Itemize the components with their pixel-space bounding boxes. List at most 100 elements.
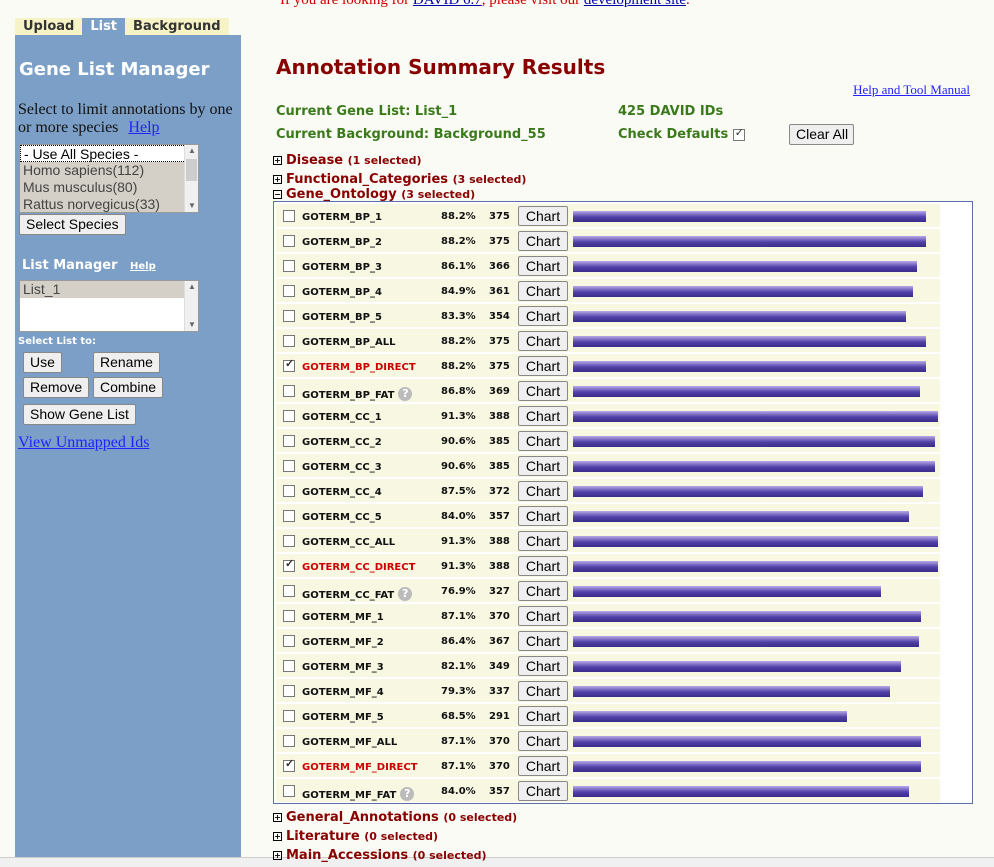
expand-icon[interactable]: + — [273, 813, 282, 822]
species-listbox[interactable]: - Use All Species - Homo sapiens(112) Mu… — [19, 144, 199, 213]
category-main-accessions[interactable]: + Main_Accessions (0 selected) — [273, 848, 486, 863]
scroll-down-icon[interactable]: ▼ — [185, 200, 198, 212]
chart-button[interactable]: Chart — [518, 406, 568, 426]
show-gene-list-button[interactable]: Show Gene List — [23, 404, 136, 425]
scroll-up-icon[interactable]: ▲ — [185, 145, 198, 157]
species-scrollbar[interactable]: ▲ ▼ — [184, 145, 198, 212]
help-icon[interactable]: ? — [398, 587, 413, 601]
gene-list-listbox[interactable]: List_1 ▲ ▼ — [19, 280, 199, 332]
list-scrollbar[interactable]: ▲ ▼ — [184, 281, 198, 331]
go-term-checkbox[interactable] — [283, 310, 295, 322]
species-help-link[interactable]: Help — [128, 119, 159, 136]
chart-button[interactable]: Chart — [518, 481, 568, 501]
go-term-checkbox[interactable] — [283, 660, 295, 672]
chart-button[interactable]: Chart — [518, 281, 568, 301]
category-disease[interactable]: + Disease (1 selected) — [273, 153, 422, 168]
clear-all-button[interactable]: Clear All — [789, 124, 854, 145]
category-name[interactable]: General_Annotations — [286, 810, 443, 825]
go-term-checkbox[interactable] — [283, 635, 295, 647]
category-functional-categories[interactable]: + Functional_Categories (3 selected) — [273, 172, 526, 187]
chart-button[interactable]: Chart — [518, 206, 568, 226]
expand-icon[interactable]: + — [273, 156, 282, 165]
chart-button[interactable]: Chart — [518, 306, 568, 326]
chart-button[interactable]: Chart — [518, 756, 568, 776]
rename-button[interactable]: Rename — [93, 352, 160, 373]
category-general-annotations[interactable]: + General_Annotations (0 selected) — [273, 810, 517, 825]
tab-upload[interactable]: Upload — [15, 18, 83, 35]
tab-list[interactable]: List — [82, 18, 126, 35]
scroll-down-icon[interactable]: ▼ — [185, 319, 198, 331]
go-term-checkbox[interactable] — [283, 435, 295, 447]
go-term-checkbox[interactable] — [283, 235, 295, 247]
david-67-link[interactable]: DAVID 6.7 — [413, 0, 482, 8]
remove-button[interactable]: Remove — [23, 377, 90, 398]
chart-button[interactable]: Chart — [518, 631, 568, 651]
expand-icon[interactable]: + — [273, 851, 282, 860]
go-term-checkbox[interactable] — [283, 357, 295, 372]
help-icon[interactable]: ? — [398, 387, 413, 401]
use-button[interactable]: Use — [23, 352, 62, 373]
chart-button[interactable]: Chart — [518, 706, 568, 726]
category-name[interactable]: Gene_Ontology — [286, 187, 401, 202]
go-term-checkbox[interactable] — [283, 210, 295, 222]
tab-background[interactable]: Background — [125, 18, 229, 35]
category-name[interactable]: Functional_Categories — [286, 172, 453, 187]
select-species-button[interactable]: Select Species — [19, 214, 126, 235]
species-option[interactable]: - Use All Species - — [20, 145, 198, 162]
go-term-checkbox[interactable] — [283, 535, 295, 547]
scroll-thumb[interactable] — [186, 159, 197, 181]
species-option[interactable]: Homo sapiens(112) — [20, 162, 198, 179]
chart-button[interactable]: Chart — [518, 606, 568, 626]
expand-icon[interactable]: + — [273, 175, 282, 184]
chart-button[interactable]: Chart — [518, 556, 568, 576]
go-term-checkbox[interactable] — [283, 785, 295, 797]
go-term-checkbox[interactable] — [283, 510, 295, 522]
chart-button[interactable]: Chart — [518, 506, 568, 526]
chart-button[interactable]: Chart — [518, 731, 568, 751]
chart-button[interactable]: Chart — [518, 656, 568, 676]
list-manager-help-link[interactable]: Help — [130, 261, 156, 272]
chart-button[interactable]: Chart — [518, 256, 568, 276]
category-gene-ontology[interactable]: − Gene_Ontology (3 selected) — [273, 187, 475, 202]
combine-button[interactable]: Combine — [93, 377, 164, 398]
go-term-checkbox[interactable] — [283, 610, 295, 622]
check-defaults-checkbox[interactable] — [732, 126, 745, 141]
chart-button[interactable]: Chart — [518, 781, 568, 801]
scroll-up-icon[interactable]: ▲ — [185, 281, 198, 293]
go-term-checkbox[interactable] — [283, 335, 295, 347]
go-term-checkbox[interactable] — [283, 557, 295, 572]
chart-button[interactable]: Chart — [518, 456, 568, 476]
go-term-checkbox[interactable] — [283, 485, 295, 497]
go-term-checkbox[interactable] — [283, 710, 295, 722]
species-option[interactable]: Mus musculus(80) — [20, 179, 198, 196]
go-term-checkbox[interactable] — [283, 735, 295, 747]
chart-button[interactable]: Chart — [518, 431, 568, 451]
go-term-checkbox[interactable] — [283, 757, 295, 772]
go-term-checkbox[interactable] — [283, 460, 295, 472]
chart-button[interactable]: Chart — [518, 681, 568, 701]
collapse-icon[interactable]: − — [273, 190, 282, 199]
chart-button[interactable]: Chart — [518, 381, 568, 401]
expand-icon[interactable]: + — [273, 832, 282, 841]
go-term-checkbox[interactable] — [283, 285, 295, 297]
development-site-link[interactable]: development site — [584, 0, 686, 8]
go-term-checkbox[interactable] — [283, 685, 295, 697]
help-icon[interactable]: ? — [400, 787, 415, 801]
go-term-checkbox[interactable] — [283, 385, 295, 397]
help-manual-link[interactable]: Help and Tool Manual — [853, 82, 970, 98]
category-name[interactable]: Main_Accessions — [286, 848, 413, 863]
chart-button[interactable]: Chart — [518, 356, 568, 376]
species-option[interactable]: Rattus norvegicus(33) — [20, 196, 198, 212]
category-name[interactable]: Literature — [286, 829, 364, 844]
go-term-checkbox[interactable] — [283, 260, 295, 272]
chart-button[interactable]: Chart — [518, 531, 568, 551]
category-literature[interactable]: + Literature (0 selected) — [273, 829, 438, 844]
chart-button[interactable]: Chart — [518, 231, 568, 251]
view-unmapped-ids-link[interactable]: View Unmapped Ids — [18, 434, 149, 452]
go-term-checkbox[interactable] — [283, 585, 295, 597]
category-name[interactable]: Disease — [286, 153, 348, 168]
go-term-checkbox[interactable] — [283, 410, 295, 422]
chart-button[interactable]: Chart — [518, 331, 568, 351]
gene-list-option[interactable]: List_1 — [20, 281, 184, 298]
chart-button[interactable]: Chart — [518, 581, 568, 601]
